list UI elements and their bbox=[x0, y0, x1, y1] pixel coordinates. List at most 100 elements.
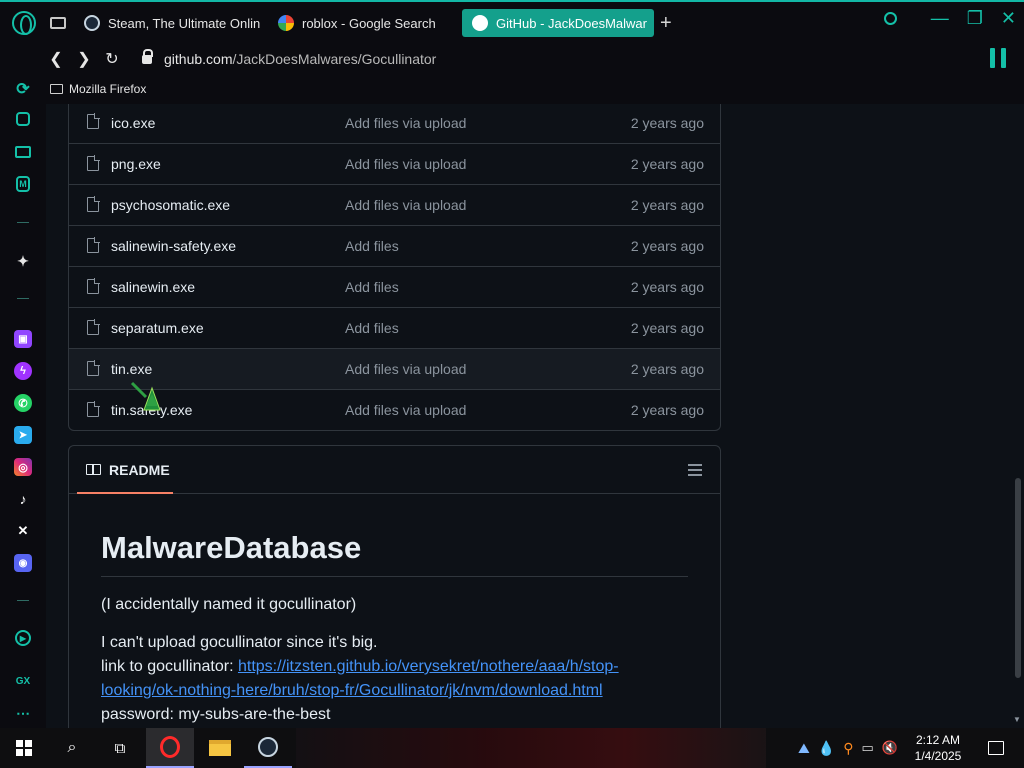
file-icon bbox=[87, 360, 100, 376]
ai-assistant-icon[interactable]: ✦ bbox=[14, 252, 32, 270]
file-name[interactable]: salinewin-safety.exe bbox=[111, 238, 236, 254]
opera-sidebar: ⟳ M ✦ ▣ ϟ ✆ ➤ ◎ ♪ ✕ ◉ ▶ GX ⋯ bbox=[0, 74, 46, 728]
opera-gx-icon bbox=[160, 736, 180, 758]
tab-islands-icon[interactable] bbox=[50, 17, 66, 29]
file-row[interactable]: salinewin.exe Add files 2 years ago bbox=[69, 266, 720, 307]
back-arrow-icon[interactable]: ❮ bbox=[42, 49, 70, 69]
file-icon bbox=[87, 401, 100, 417]
file-row[interactable]: psychosomatic.exe Add files via upload 2… bbox=[69, 184, 720, 225]
tab-steam[interactable]: Steam, The Ultimate Online bbox=[74, 9, 260, 37]
file-icon bbox=[87, 237, 100, 253]
clock-time: 2:12 AM bbox=[915, 733, 961, 747]
search-tabs-icon[interactable] bbox=[883, 12, 897, 25]
maximize-icon[interactable]: ❐ bbox=[967, 8, 983, 29]
commit-date: 2 years ago bbox=[630, 402, 704, 418]
close-icon[interactable]: ✕ bbox=[1001, 8, 1016, 29]
file-name[interactable]: tin.exe bbox=[111, 361, 152, 377]
readme-paragraph: I can't upload gocullinator since it's b… bbox=[101, 631, 688, 727]
commit-message[interactable]: Add files bbox=[345, 238, 399, 254]
page-scrollbar[interactable]: ▼ bbox=[1010, 104, 1024, 728]
x-twitter-icon[interactable]: ✕ bbox=[14, 522, 32, 540]
speed-dial-icon[interactable]: ⟳ bbox=[14, 80, 32, 98]
file-name[interactable]: psychosomatic.exe bbox=[111, 197, 230, 213]
commit-date: 2 years ago bbox=[630, 361, 704, 377]
google-icon bbox=[278, 15, 294, 31]
forward-arrow-icon[interactable]: ❯ bbox=[70, 49, 98, 69]
gx-control-icon[interactable] bbox=[16, 112, 30, 126]
clock[interactable]: 2:12 AM 1/4/2025 bbox=[902, 732, 974, 764]
sidebar-divider bbox=[17, 298, 29, 299]
commit-date: 2 years ago bbox=[630, 156, 704, 172]
player-icon[interactable]: ▶ bbox=[15, 630, 31, 646]
search-icon[interactable]: ⌕ bbox=[48, 728, 96, 768]
telegram-icon[interactable]: ➤ bbox=[14, 426, 32, 444]
file-icon bbox=[87, 278, 100, 294]
download-link-continued[interactable]: looking/ok-nothing-here/bruh/stop-fr/Goc… bbox=[101, 682, 603, 699]
taskbar-file-explorer[interactable] bbox=[196, 728, 244, 768]
steam-icon bbox=[84, 15, 100, 31]
file-name[interactable]: salinewin.exe bbox=[111, 279, 195, 295]
file-name[interactable]: ico.exe bbox=[111, 115, 155, 131]
more-options-icon[interactable]: ⋯ bbox=[14, 704, 32, 722]
taskbar-steam[interactable] bbox=[244, 728, 292, 768]
url-field[interactable]: github.com/JackDoesMalwares/Gocullinator bbox=[164, 51, 436, 67]
commit-message[interactable]: Add files via upload bbox=[345, 197, 466, 213]
pause-icon[interactable] bbox=[990, 48, 1010, 68]
password-text: password: my-subs-are-the-best bbox=[101, 706, 331, 723]
messenger-icon[interactable]: ϟ bbox=[14, 362, 32, 380]
file-name[interactable]: separatum.exe bbox=[111, 320, 204, 336]
scroll-down-arrow-icon[interactable]: ▼ bbox=[1013, 715, 1021, 724]
tab-github[interactable]: GitHub - JackDoesMalwar bbox=[462, 9, 654, 37]
whatsapp-icon[interactable]: ✆ bbox=[14, 394, 32, 412]
music-player-icon[interactable]: M bbox=[16, 176, 30, 192]
key-icon[interactable]: ⚲ bbox=[843, 740, 853, 757]
network-icon[interactable]: ▭ bbox=[862, 740, 874, 756]
commit-message[interactable]: Add files via upload bbox=[345, 361, 466, 377]
taskbar-opera-gx[interactable] bbox=[146, 728, 194, 768]
network-app-icon[interactable]: ⛰ bbox=[798, 740, 810, 757]
gx-corner-icon[interactable] bbox=[15, 146, 31, 158]
readme-tab[interactable]: README bbox=[109, 462, 170, 478]
file-row[interactable]: tin.exe Add files via upload 2 years ago bbox=[69, 348, 720, 389]
start-button[interactable] bbox=[0, 728, 48, 768]
commit-message[interactable]: Add files bbox=[345, 279, 399, 295]
notification-center-icon[interactable] bbox=[988, 741, 1004, 755]
readme-text: link to gocullinator: bbox=[101, 658, 238, 675]
tiktok-icon[interactable]: ♪ bbox=[14, 490, 32, 508]
instagram-icon[interactable]: ◎ bbox=[14, 458, 32, 476]
tab-google[interactable]: roblox - Google Search bbox=[268, 9, 454, 37]
volume-muted-icon[interactable]: 🔇 bbox=[882, 740, 898, 756]
new-tab-button[interactable]: + bbox=[660, 12, 672, 35]
file-row[interactable]: tin.safety.exe Add files via upload 2 ye… bbox=[69, 389, 720, 430]
taskbar-wallpaper bbox=[296, 728, 766, 768]
gx-store-icon[interactable]: GX bbox=[14, 672, 32, 690]
droplet-icon[interactable]: 💧 bbox=[818, 740, 835, 757]
file-row[interactable]: ico.exe Add files via upload 2 years ago bbox=[69, 104, 720, 143]
file-name[interactable]: png.exe bbox=[111, 156, 161, 172]
steam-icon bbox=[258, 737, 278, 757]
file-icon bbox=[87, 113, 100, 129]
table-of-contents-icon[interactable] bbox=[688, 464, 702, 476]
commit-date: 2 years ago bbox=[630, 279, 704, 295]
bookmark-folder-mozilla-firefox[interactable]: Mozilla Firefox bbox=[69, 82, 146, 96]
discord-icon[interactable]: ◉ bbox=[14, 554, 32, 572]
download-link[interactable]: https://itzsten.github.io/verysekret/not… bbox=[238, 658, 619, 675]
commit-message[interactable]: Add files bbox=[345, 320, 399, 336]
readme-paragraph: (I accidentally named it gocullinator) bbox=[101, 596, 357, 613]
task-view-icon[interactable]: ⧉ bbox=[96, 728, 144, 768]
file-icon bbox=[87, 155, 100, 171]
opera-gx-logo-icon[interactable] bbox=[12, 11, 36, 35]
file-row[interactable]: salinewin-safety.exe Add files 2 years a… bbox=[69, 225, 720, 266]
system-tray: ⛰ 💧 ⚲ ▭ 🔇 2:12 AM 1/4/2025 bbox=[798, 728, 1024, 768]
commit-message[interactable]: Add files via upload bbox=[345, 156, 466, 172]
scrollbar-thumb[interactable] bbox=[1015, 478, 1021, 678]
commit-message[interactable]: Add files via upload bbox=[345, 115, 466, 131]
minimize-icon[interactable]: — bbox=[931, 8, 949, 29]
file-row[interactable]: separatum.exe Add files 2 years ago bbox=[69, 307, 720, 348]
twitch-icon[interactable]: ▣ bbox=[14, 330, 32, 348]
file-row[interactable]: png.exe Add files via upload 2 years ago bbox=[69, 143, 720, 184]
commit-message[interactable]: Add files via upload bbox=[345, 402, 466, 418]
lock-icon[interactable] bbox=[142, 48, 153, 64]
reload-icon[interactable]: ↻ bbox=[98, 49, 126, 69]
commit-date: 2 years ago bbox=[630, 114, 704, 131]
